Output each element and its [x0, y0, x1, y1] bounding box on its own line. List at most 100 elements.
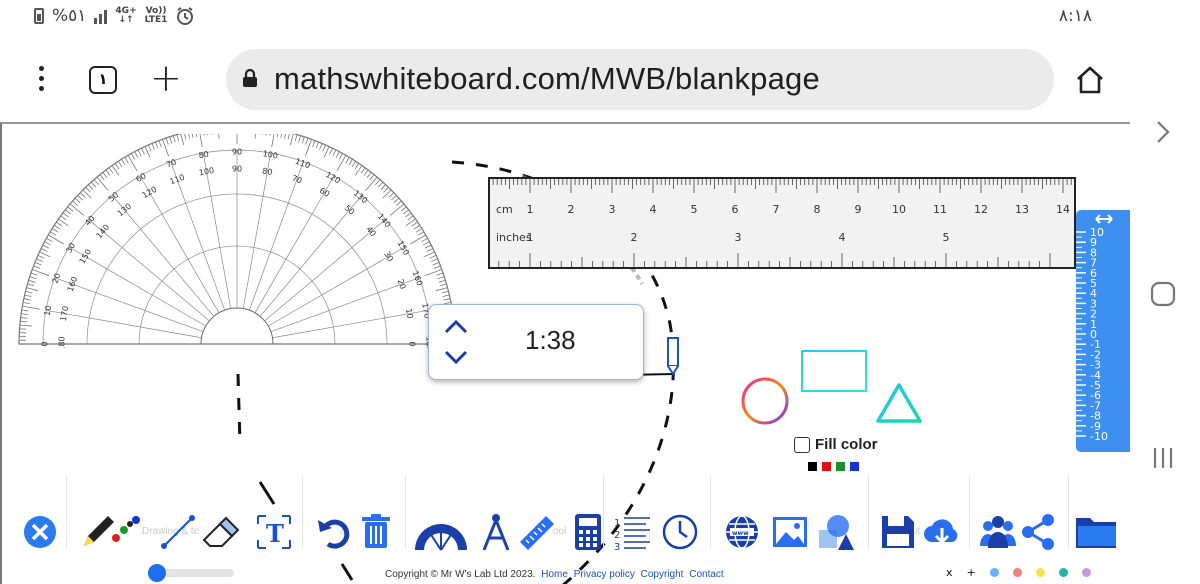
ruler-cm-tick: 5 — [691, 203, 698, 216]
ruler-cm-tick: 10 — [892, 203, 906, 216]
chevron-down-icon[interactable] — [443, 347, 469, 367]
protractor-label: 10 — [404, 308, 415, 320]
share-icon[interactable] — [1018, 512, 1058, 552]
slider-knob[interactable] — [148, 564, 166, 582]
shapes-icon[interactable] — [816, 512, 856, 552]
shapes-palette[interactable] — [740, 348, 930, 438]
clock: ٨:١٨ — [1058, 6, 1092, 26]
undo-icon[interactable] — [314, 512, 354, 552]
new-tab-button[interactable]: + — [150, 58, 182, 98]
folder-icon[interactable] — [1074, 512, 1118, 552]
palette-dot[interactable] — [1035, 568, 1045, 577]
color-swatch[interactable] — [808, 462, 817, 471]
protractor-label: 0 — [408, 341, 417, 346]
forward-chevron-icon[interactable] — [1150, 118, 1176, 146]
stroke-width-slider[interactable] — [148, 564, 234, 582]
ruler-cm-tick: 3 — [609, 203, 616, 216]
chevron-up-icon[interactable] — [443, 317, 469, 337]
rectangle-shape-icon — [801, 350, 867, 392]
protractor-label: 10 — [43, 305, 54, 317]
ruler-tool[interactable]: cm 1 2 3 4 5 6 7 8 9 10 11 12 13 14 inches 1 2 3 4 5 — [488, 177, 1076, 269]
users-icon[interactable] — [978, 512, 1018, 552]
color-swatch[interactable] — [836, 462, 845, 471]
close-x-button[interactable]: x — [946, 566, 953, 579]
copyright-text: Copyright © Mr W's Lab Ltd 2023. — [385, 569, 536, 580]
svg-text:T: T — [266, 519, 284, 548]
pen-colors-icon[interactable] — [78, 512, 148, 552]
numbered-list-icon[interactable]: 123 — [612, 512, 652, 552]
protractor-label: 80 — [198, 150, 210, 161]
ruler-inch-tick: 4 — [839, 231, 846, 244]
alarm-icon — [177, 7, 194, 25]
browser-toolbar: ١ + mathswhiteboard.com/MWB/blankpage — [0, 36, 1130, 122]
home-nav-icon[interactable] — [1150, 280, 1176, 308]
status-bar: %٥١ 4G+ ↓↑ Vo)) LTE1 ٨:١٨ — [0, 0, 1130, 36]
palette-dot[interactable] — [1012, 568, 1022, 577]
svg-text:www: www — [732, 530, 749, 537]
svg-text:2: 2 — [614, 530, 620, 541]
calculator-icon[interactable] — [568, 512, 608, 552]
system-nav-bar — [1130, 0, 1200, 584]
cloud-download-icon[interactable] — [922, 512, 962, 552]
protractor-label: 90 — [232, 148, 242, 157]
ruler-cm-tick: 12 — [974, 203, 988, 216]
fill-color-checkbox[interactable] — [794, 436, 810, 453]
palette-dot[interactable] — [989, 568, 999, 577]
menu-icon[interactable] — [36, 66, 46, 92]
footer-link-privacy[interactable]: Privacy policy — [574, 569, 635, 580]
battery-icon — [34, 8, 44, 24]
circle-shape-icon — [741, 377, 789, 425]
timer-widget[interactable]: 1:38 — [428, 304, 644, 380]
clock-icon[interactable] — [660, 512, 700, 552]
fill-color-toggle[interactable]: Fill color — [794, 436, 878, 453]
pencil-cursor-icon — [667, 337, 679, 376]
ruler-inch-tick: 1 — [527, 231, 534, 244]
ruler-cm-tick: 2 — [568, 203, 575, 216]
compass-icon[interactable] — [476, 512, 516, 552]
footer-link-contact[interactable]: Contact — [689, 569, 723, 580]
footer-link-copyright[interactable]: Copyright — [641, 569, 684, 580]
color-swatch[interactable] — [850, 462, 859, 471]
web-globe-icon[interactable]: www — [722, 512, 762, 552]
triangle-shape-icon — [876, 383, 922, 423]
protractor-tool-icon[interactable] — [412, 512, 470, 552]
fill-swatches[interactable] — [808, 462, 859, 471]
url-text[interactable]: mathswhiteboard.com/MWB/blankpage — [274, 61, 820, 97]
save-icon[interactable] — [878, 512, 918, 552]
image-icon[interactable] — [770, 512, 810, 552]
resize-arrows-icon[interactable] — [1095, 214, 1113, 224]
footer-link-home[interactable]: Home — [541, 569, 568, 580]
color-swatch[interactable] — [822, 462, 831, 471]
lock-icon — [243, 68, 257, 87]
protractor-label: 90 — [232, 165, 242, 174]
svg-text:3: 3 — [614, 542, 620, 552]
ruler-inch-tick: 3 — [735, 231, 742, 244]
battery-percent: %٥١ — [52, 6, 87, 26]
line-tool-icon[interactable] — [158, 512, 198, 552]
timer-value: 1:38 — [525, 325, 576, 355]
close-circle-icon[interactable] — [20, 512, 60, 552]
trash-icon[interactable] — [356, 512, 396, 552]
page-footer: Copyright © Mr W's Lab Ltd 2023. Home Pr… — [385, 569, 724, 580]
text-tool-icon[interactable]: T — [254, 512, 294, 552]
ruler-cm-tick: 4 — [650, 203, 657, 216]
network-type: 4G+ ↓↑ — [115, 6, 137, 25]
recent-apps-icon[interactable] — [1150, 444, 1176, 472]
eraser-icon[interactable] — [200, 512, 240, 552]
protractor-tool[interactable]: 0 18010 17020 16030 150401405013060120701108… — [16, 134, 458, 348]
ruler-cm-tick: 6 — [732, 203, 739, 216]
vertical-number-line[interactable]: 10 9 8 7 6 5 4 3 2 1 0 -1 -2 -3 -4 -5 -6 -7 -8 -9 -10 — [1076, 210, 1130, 452]
ruler-tool-icon[interactable] — [516, 512, 556, 552]
palette-dot[interactable] — [1058, 568, 1068, 577]
palette-dot[interactable] — [1081, 568, 1091, 577]
ruler-inch-tick: 2 — [631, 231, 638, 244]
add-plus-button[interactable]: + — [967, 566, 976, 579]
ruler-cm-tick: 8 — [814, 203, 821, 216]
protractor-label: 180 — [58, 336, 67, 348]
ruler-inch-tick: 5 — [943, 231, 950, 244]
tab-switcher-button[interactable]: ١ — [89, 66, 117, 94]
fill-color-label: Fill color — [815, 436, 878, 453]
address-bar[interactable]: mathswhiteboard.com/MWB/blankpage — [226, 49, 1054, 110]
color-dots-row: x + — [946, 566, 1091, 579]
home-icon[interactable] — [1074, 64, 1106, 96]
